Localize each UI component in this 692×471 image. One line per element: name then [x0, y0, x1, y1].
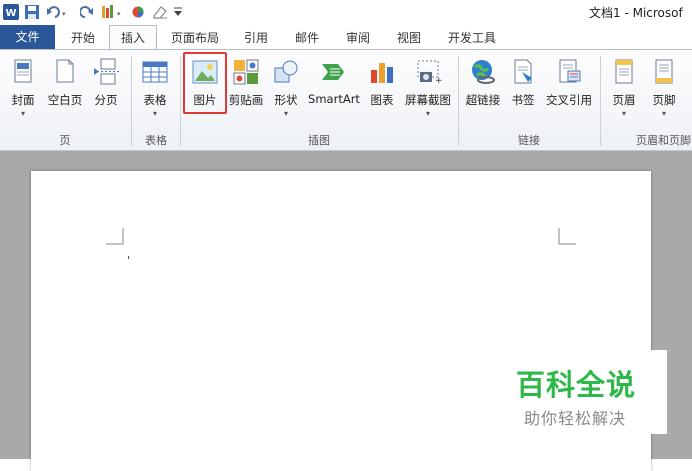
- cross-reference-icon: [559, 59, 581, 83]
- ribbon: 封面 ▾ 空白页 分页 页 表格 ▾ 表格 图片 剪贴画 形状 ▾ SmartA…: [0, 49, 692, 151]
- table-label: 表格: [143, 93, 167, 107]
- shapes-icon: [274, 60, 298, 83]
- crop-mark-top-left: [106, 228, 124, 245]
- group-label-tables: 表格: [145, 134, 167, 147]
- tab-page-layout[interactable]: 页面布局: [166, 28, 224, 48]
- watermark-title: 百科全说: [516, 368, 637, 402]
- svg-text:▾: ▾: [62, 10, 66, 18]
- text-cursor: [128, 256, 129, 259]
- picture-button-highlight: [183, 52, 227, 114]
- shapes-button[interactable]: 形状 ▾: [268, 56, 304, 124]
- page-break-label: 分页: [94, 93, 118, 107]
- smartart-label: SmartArt: [308, 92, 360, 106]
- tab-developer[interactable]: 开发工具: [442, 28, 502, 48]
- header-icon: [615, 59, 633, 84]
- tab-mailings[interactable]: 邮件: [287, 28, 327, 48]
- screenshot-icon: +: [417, 60, 442, 86]
- redo-icon[interactable]: [80, 4, 94, 20]
- footer-button[interactable]: 页脚 ▾: [646, 56, 682, 124]
- cover-page-label: 封面: [11, 93, 35, 107]
- save-icon[interactable]: [24, 4, 40, 20]
- svg-text:W: W: [5, 8, 16, 19]
- dropdown-arrow-icon: ▾: [621, 109, 626, 118]
- group-label-links: 链接: [518, 134, 540, 147]
- footer-icon: [655, 59, 673, 84]
- customize-icon[interactable]: [172, 4, 184, 20]
- tab-references[interactable]: 引用: [236, 28, 276, 48]
- bookmark-label: 书签: [511, 93, 535, 107]
- group-label-illustrations: 插图: [308, 134, 330, 147]
- dropdown-arrow-icon: ▾: [425, 109, 430, 118]
- cross-reference-label: 交叉引用: [546, 93, 592, 107]
- header-button[interactable]: 页眉 ▾: [606, 56, 642, 124]
- bookmark-icon: [514, 59, 532, 84]
- smartart-button[interactable]: SmartArt: [306, 56, 362, 124]
- watermark: 百科全说 助你轻松解决: [508, 350, 667, 434]
- dropdown-arrow-icon: ▾: [283, 109, 288, 118]
- dropdown-arrow-icon: ▾: [152, 109, 157, 118]
- cross-reference-button[interactable]: 交叉引用: [542, 56, 596, 124]
- footer-label: 页脚: [652, 93, 676, 107]
- group-label-header-footer: 页眉和页脚: [636, 134, 691, 147]
- undo-icon[interactable]: ▾: [46, 4, 68, 20]
- chart-icon: [371, 63, 393, 83]
- ribbon-tabs: 文件 开始 插入 页面布局 引用 邮件 审阅 视图 开发工具: [0, 24, 692, 49]
- screenshot-button[interactable]: + 屏幕截图 ▾: [402, 56, 454, 124]
- clip-art-icon: [233, 59, 259, 85]
- smartart-icon: [322, 64, 344, 80]
- blank-page-button[interactable]: 空白页: [44, 56, 86, 124]
- circle-icon[interactable]: [131, 4, 145, 20]
- group-label-pages: 页: [59, 134, 71, 147]
- table-button[interactable]: 表格 ▾: [137, 56, 173, 124]
- blank-page-icon: [56, 59, 74, 83]
- chart-button[interactable]: 图表: [364, 56, 400, 124]
- header-label: 页眉: [612, 93, 636, 107]
- page-break-icon: [94, 58, 119, 85]
- window-title: 文档1 - Microsof: [589, 6, 683, 20]
- hyperlink-icon: [472, 60, 495, 84]
- cover-page-button[interactable]: 封面 ▾: [6, 56, 40, 124]
- hyperlink-button[interactable]: 超链接: [462, 56, 504, 124]
- title-bar: W ▾ ▾ 文档1 - Microsof: [0, 0, 692, 24]
- tab-home[interactable]: 开始: [66, 28, 100, 48]
- paint-icon[interactable]: ▾: [100, 4, 124, 20]
- blank-page-label: 空白页: [47, 93, 83, 107]
- group-separator: [600, 56, 601, 146]
- tab-review[interactable]: 审阅: [338, 28, 378, 48]
- tab-insert[interactable]: 插入: [109, 25, 157, 49]
- bookmark-button[interactable]: 书签: [508, 56, 538, 124]
- svg-text:+: +: [435, 76, 442, 86]
- dropdown-arrow-icon: ▾: [20, 109, 25, 118]
- word-logo-icon[interactable]: W: [3, 4, 19, 20]
- clip-art-button[interactable]: 剪贴画: [226, 56, 266, 124]
- page-break-button[interactable]: 分页: [89, 56, 123, 124]
- watermark-subtitle: 助你轻松解决: [524, 409, 627, 428]
- tab-view[interactable]: 视图: [389, 28, 429, 48]
- dropdown-arrow-icon: ▾: [661, 109, 666, 118]
- clip-art-label: 剪贴画: [228, 93, 264, 107]
- screenshot-label: 屏幕截图: [405, 93, 451, 107]
- tab-file[interactable]: 文件: [0, 25, 55, 49]
- chart-label: 图表: [370, 93, 394, 107]
- crop-mark-top-right: [558, 228, 576, 245]
- table-icon: [142, 61, 168, 83]
- hyperlink-label: 超链接: [465, 93, 501, 107]
- cover-page-icon: [14, 59, 32, 83]
- eraser-icon[interactable]: [152, 4, 168, 20]
- svg-text:▾: ▾: [117, 10, 121, 18]
- shapes-label: 形状: [274, 93, 298, 107]
